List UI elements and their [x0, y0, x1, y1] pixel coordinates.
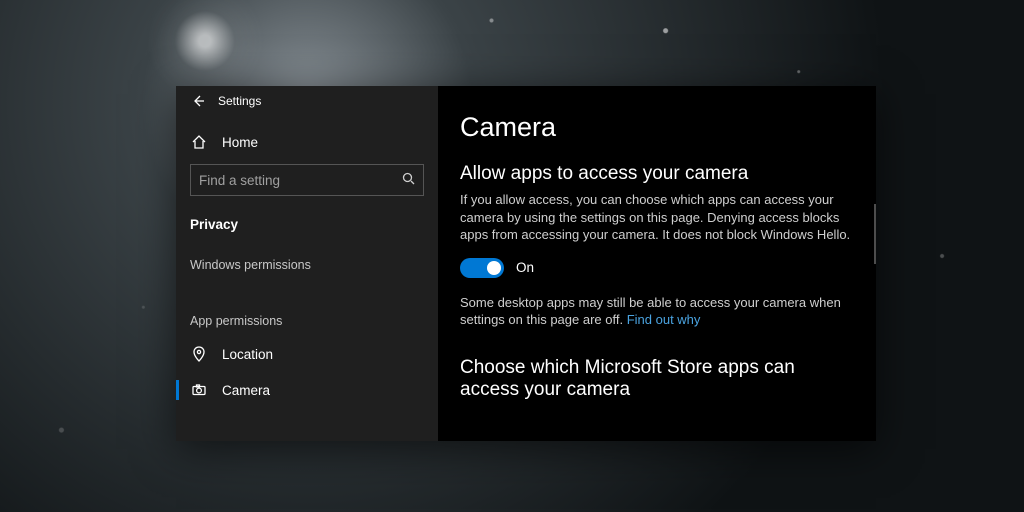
sidebar-group-label: App permissions: [190, 314, 282, 328]
section-heading-choose-apps: Choose which Microsoft Store apps can ac…: [460, 357, 854, 401]
toggle-state-label: On: [516, 260, 534, 275]
sidebar-item-location[interactable]: Location: [176, 336, 438, 372]
content-pane: Camera Allow apps to access your camera …: [438, 86, 876, 441]
toggle-knob: [487, 261, 501, 275]
sidebar-group-app-permissions: App permissions: [176, 306, 438, 336]
scrollbar[interactable]: [874, 204, 876, 264]
sidebar-section-label: Privacy: [190, 217, 238, 232]
sidebar: Settings Home Privacy Windows permission…: [176, 86, 438, 441]
sidebar-item-home[interactable]: Home: [176, 124, 438, 160]
search-field[interactable]: [199, 173, 402, 188]
section-body-allow-access: If you allow access, you can choose whic…: [460, 191, 854, 244]
section-heading-allow-access: Allow apps to access your camera: [460, 163, 854, 185]
sidebar-item-camera[interactable]: Camera: [176, 372, 438, 408]
back-arrow-icon: [192, 94, 206, 108]
sidebar-section-privacy: Privacy: [176, 206, 438, 242]
search-icon: [402, 172, 415, 188]
back-button[interactable]: [184, 86, 214, 116]
camera-icon: [190, 381, 208, 399]
toggle-row-camera-access: On: [460, 258, 854, 278]
sidebar-group-label: Windows permissions: [190, 258, 311, 272]
page-title: Camera: [460, 112, 854, 143]
sidebar-group-windows-permissions: Windows permissions: [176, 250, 438, 280]
sidebar-item-label: Camera: [222, 383, 270, 398]
find-out-why-link[interactable]: Find out why: [627, 312, 701, 327]
home-icon: [190, 133, 208, 151]
location-icon: [190, 345, 208, 363]
search-input[interactable]: [190, 164, 424, 196]
camera-access-toggle[interactable]: [460, 258, 504, 278]
settings-window: Settings Home Privacy Windows permission…: [176, 86, 876, 441]
titlebar: Settings: [176, 86, 438, 116]
sidebar-item-label: Location: [222, 347, 273, 362]
desktop-apps-note: Some desktop apps may still be able to a…: [460, 294, 854, 329]
window-title: Settings: [218, 94, 261, 108]
sidebar-item-label: Home: [222, 135, 258, 150]
